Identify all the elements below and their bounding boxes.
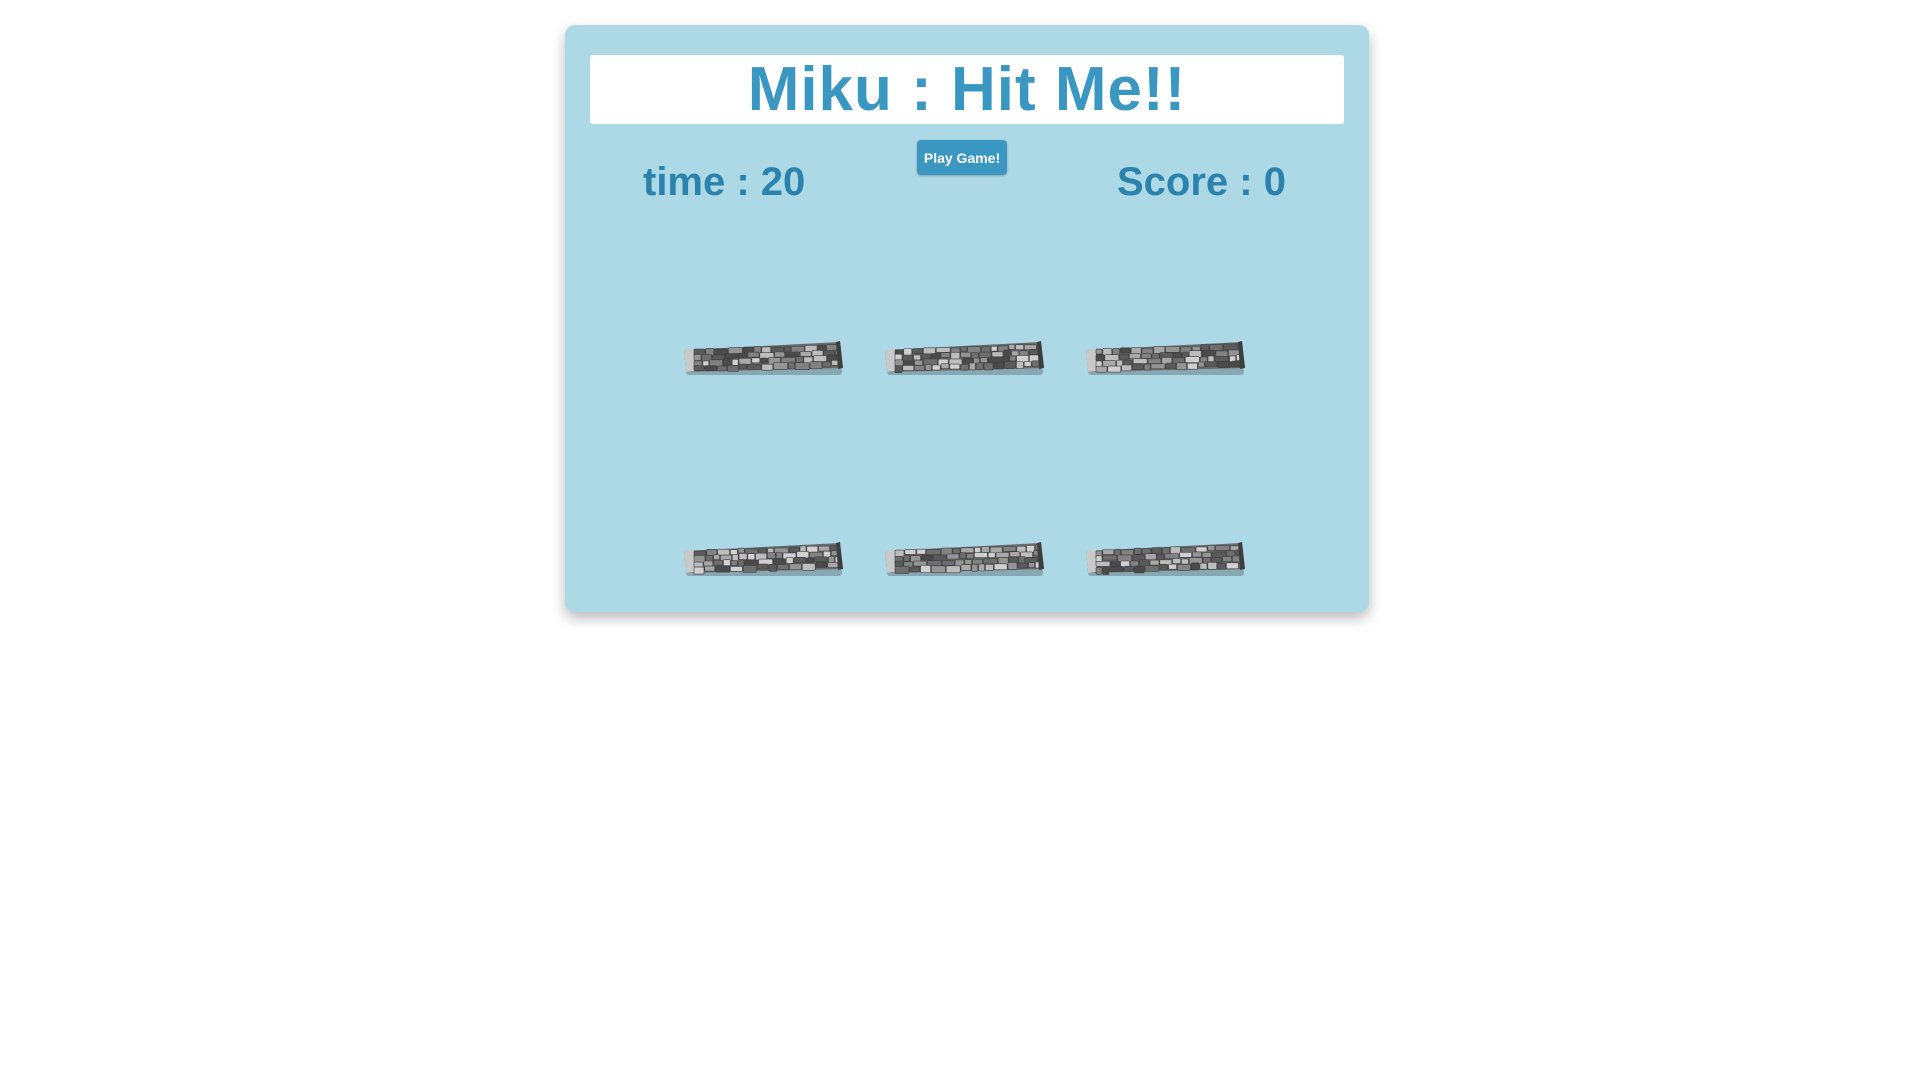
mole-hole-5[interactable] <box>883 539 1045 579</box>
mole-hole-1[interactable] <box>682 338 844 378</box>
play-game-button[interactable]: Play Game! <box>917 140 1007 175</box>
stone-wall-icon <box>684 542 843 576</box>
title-bar: Miku : Hit Me!! <box>590 55 1344 124</box>
mole-hole-4[interactable] <box>682 539 844 579</box>
stone-wall-icon <box>1086 341 1245 375</box>
stone-wall-icon <box>684 341 843 375</box>
score-counter: Score : 0 <box>1117 160 1286 204</box>
time-counter: time : 20 <box>643 160 806 204</box>
stone-wall-icon <box>885 341 1044 375</box>
mole-hole-6[interactable] <box>1084 539 1246 579</box>
game-panel: Miku : Hit Me!! time : 20 Play Game! Sco… <box>565 25 1369 612</box>
stone-wall-icon <box>1086 542 1245 576</box>
stone-wall-icon <box>885 542 1044 576</box>
mole-hole-3[interactable] <box>1084 338 1246 378</box>
mole-hole-2[interactable] <box>883 338 1045 378</box>
game-title: Miku : Hit Me!! <box>747 54 1187 124</box>
